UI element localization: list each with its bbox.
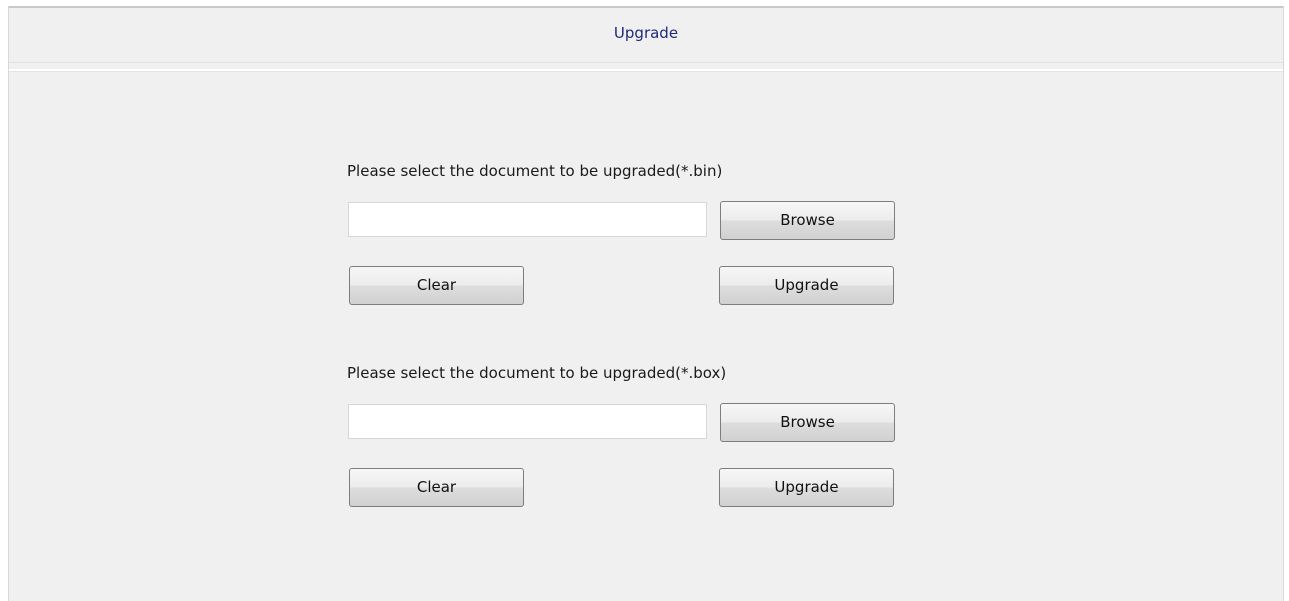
box-clear-button[interactable]: Clear [349,468,524,507]
box-browse-button[interactable]: Browse [720,403,895,442]
divider [9,62,1283,63]
bin-browse-button[interactable]: Browse [720,201,895,240]
title-bar: Upgrade [9,8,1283,60]
bin-clear-button[interactable]: Clear [349,266,524,305]
bin-upgrade-button[interactable]: Upgrade [719,266,894,305]
box-file-path-input[interactable] [348,404,707,439]
box-section-label: Please select the document to be upgrade… [347,364,727,382]
page-title: Upgrade [613,24,679,42]
upgrade-panel: Upgrade Please select the document to be… [8,6,1284,601]
bin-upgrade-section: Please select the document to be upgrade… [347,162,907,312]
box-upgrade-section: Please select the document to be upgrade… [347,364,907,514]
divider [9,71,1283,72]
box-upgrade-button[interactable]: Upgrade [719,468,894,507]
bin-file-path-input[interactable] [348,202,707,237]
bin-section-label: Please select the document to be upgrade… [347,162,723,180]
